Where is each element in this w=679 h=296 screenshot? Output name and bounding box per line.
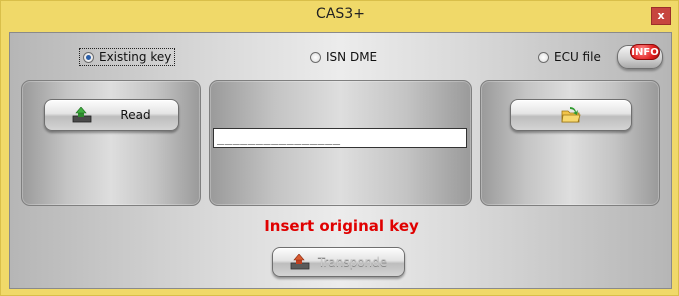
cas3-window: CAS3+ x Existing key ISN DME ECU file IN… (0, 0, 679, 296)
transponder-button[interactable]: Transponde (272, 247, 405, 277)
radio-existing-key[interactable]: Existing key (78, 48, 176, 66)
info-badge: INFO (630, 44, 660, 60)
radio-label-ecu-file: ECU file (554, 50, 601, 64)
radio-ecu-file[interactable]: ECU file (538, 50, 601, 64)
read-button[interactable]: Read (44, 99, 179, 131)
radio-isn-dme[interactable]: ISN DME (310, 50, 377, 64)
read-button-label: Read (120, 108, 151, 122)
open-file-button[interactable] (510, 99, 632, 131)
main-panel: Existing key ISN DME ECU file INFO Read (9, 32, 672, 289)
transponder-button-label: Transponde (317, 255, 388, 269)
status-message: Insert original key (264, 217, 419, 235)
radio-label-existing-key: Existing key (99, 50, 172, 64)
radio-dot-ecu-file (538, 51, 549, 63)
info-button[interactable]: INFO (617, 44, 663, 69)
upload-icon (73, 107, 92, 123)
title-bar: CAS3+ x (1, 1, 679, 31)
transponder-upload-icon (290, 254, 310, 270)
close-button[interactable]: x (651, 7, 671, 25)
radio-dot-existing-key (83, 51, 94, 63)
radio-label-isn-dme: ISN DME (326, 50, 378, 64)
open-folder-icon (561, 107, 581, 123)
radio-dot-isn-dme (310, 51, 321, 63)
window-title: CAS3+ (316, 6, 365, 22)
code-field[interactable]: ________________ (213, 128, 467, 148)
